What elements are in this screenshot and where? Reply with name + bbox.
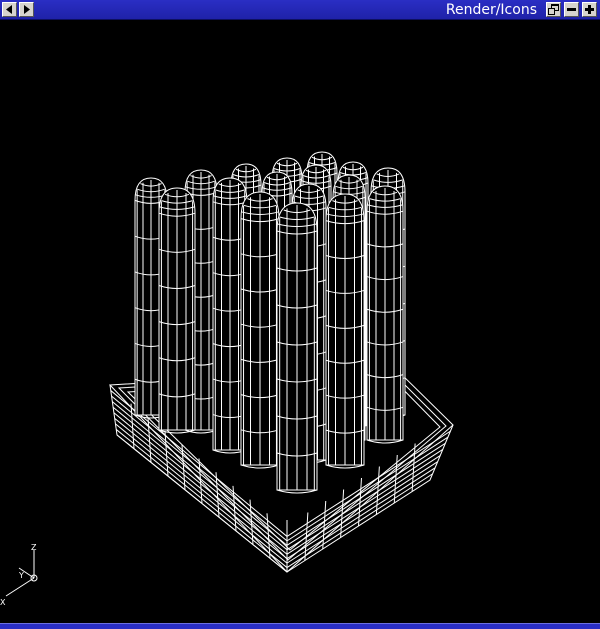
restore-button[interactable]	[546, 2, 561, 17]
window-title: Render/Icons	[445, 2, 537, 18]
scroll-right-button[interactable]	[19, 2, 34, 17]
close-icon	[584, 4, 595, 15]
axis-label-z: Z	[31, 543, 37, 552]
restore-icon	[548, 4, 559, 15]
scroll-right-icon	[22, 5, 31, 14]
minimize-button[interactable]	[564, 2, 579, 17]
minimize-icon	[566, 4, 577, 15]
axis-label-y: Y	[18, 571, 24, 580]
rod	[276, 202, 318, 494]
scroll-left-button[interactable]	[2, 2, 17, 17]
axis-triad: Z Y X	[0, 543, 38, 607]
rod	[158, 187, 196, 434]
rod	[240, 191, 280, 469]
render-viewport[interactable]: Z Y X	[0, 20, 600, 623]
rods-wireframe	[134, 151, 406, 494]
close-button[interactable]	[582, 2, 597, 17]
wireframe-scene: Z Y X	[0, 151, 454, 607]
rod	[325, 193, 365, 469]
window-titlebar: Render/Icons	[0, 0, 600, 20]
axis-label-x: X	[0, 598, 6, 607]
window-bottom-border	[0, 623, 600, 629]
rod	[366, 185, 404, 444]
scroll-left-icon	[5, 5, 14, 14]
